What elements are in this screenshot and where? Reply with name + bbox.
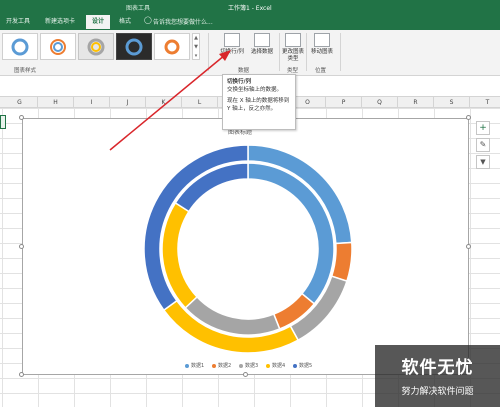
watermark-subtitle: 努力解决软件问题 [401, 387, 474, 397]
watermark: 软件无忧 努力解决软件问题 [375, 345, 500, 407]
watermark-title: 软件无忧 [401, 358, 474, 378]
